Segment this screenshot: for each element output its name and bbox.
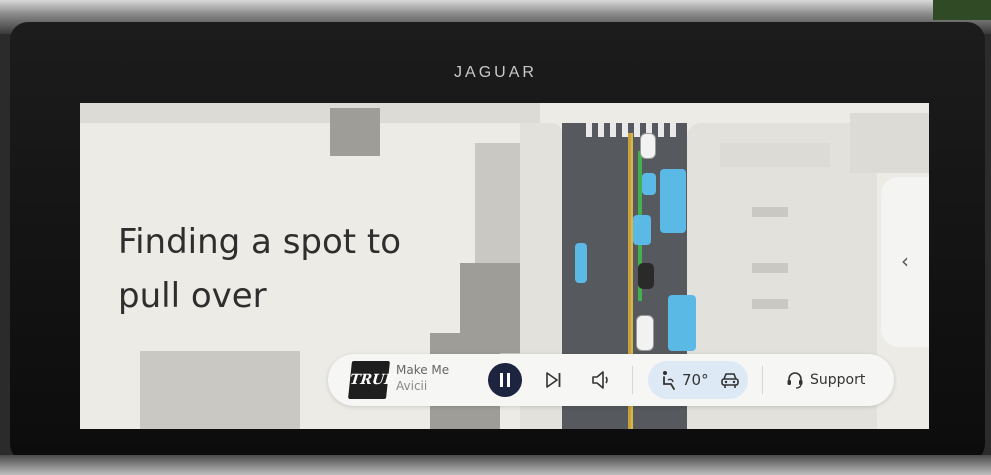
map-vehicle bbox=[575, 243, 587, 283]
status-heading: Finding a spot to pull over bbox=[118, 215, 518, 323]
map-bus bbox=[668, 295, 696, 351]
map-parked-marker bbox=[752, 299, 788, 309]
skip-next-icon[interactable] bbox=[542, 369, 564, 391]
map-crosswalk bbox=[586, 123, 676, 137]
map-vehicle bbox=[633, 215, 651, 245]
map-building bbox=[720, 143, 830, 167]
brand-logo: JAGUAR bbox=[454, 64, 537, 81]
map-building bbox=[330, 108, 380, 156]
track-artist: Avicii bbox=[396, 379, 428, 393]
map-bus bbox=[660, 169, 686, 233]
headset-icon bbox=[787, 372, 803, 389]
map-vehicle bbox=[640, 133, 656, 159]
map-parked-marker bbox=[752, 207, 788, 217]
map-vehicle bbox=[642, 173, 656, 195]
temperature-readout: 70° bbox=[682, 371, 709, 389]
car-icon bbox=[721, 373, 739, 388]
map-parked-marker bbox=[752, 263, 788, 273]
pause-icon bbox=[500, 373, 510, 387]
status-heading-line: Finding a spot to bbox=[118, 222, 402, 262]
ego-vehicle-icon bbox=[636, 315, 654, 351]
now-playing-info[interactable]: Make Me Avicii bbox=[396, 362, 476, 394]
chevron-left-icon[interactable]: ‹ bbox=[895, 251, 915, 271]
map-vehicle bbox=[638, 263, 654, 289]
climate-control[interactable]: 70° bbox=[648, 361, 748, 399]
bar-divider bbox=[632, 366, 633, 394]
support-label: Support bbox=[810, 372, 866, 388]
support-button[interactable]: Support bbox=[776, 363, 876, 397]
bezel-bottom bbox=[0, 455, 991, 475]
media-control-bar: TRUE Make Me Avicii 70° Support bbox=[328, 354, 894, 406]
bar-divider bbox=[762, 366, 763, 394]
track-title: Make Me bbox=[396, 363, 450, 377]
pause-button[interactable] bbox=[488, 363, 522, 397]
map-building bbox=[80, 103, 540, 123]
map-building bbox=[850, 113, 929, 173]
status-heading-line: pull over bbox=[118, 276, 267, 316]
album-art[interactable]: TRUE bbox=[348, 361, 396, 399]
map-building bbox=[140, 351, 300, 429]
background-foliage bbox=[933, 0, 991, 20]
seat-icon bbox=[663, 371, 675, 390]
infotainment-screen: Finding a spot to pull over ‹ TRUE Make … bbox=[80, 103, 929, 429]
volume-icon[interactable] bbox=[590, 369, 612, 391]
